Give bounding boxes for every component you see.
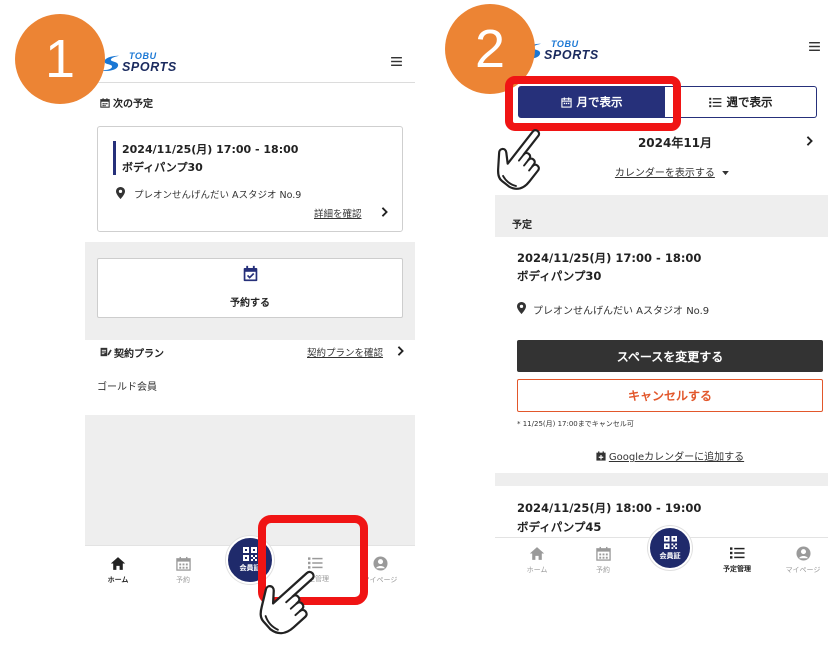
cancel-label: キャンセルする [627,389,712,403]
nav-reserve[interactable]: 予約 [578,546,628,575]
reserve-button-label: 予約する [230,298,270,309]
show-calendar-link[interactable]: カレンダーを表示する [615,168,715,179]
tab-week-view[interactable]: 週で表示 [665,86,817,118]
nav-home[interactable]: ホーム [512,546,562,575]
nav-home-label: ホーム [107,576,129,584]
logo-text: TOBU SPORTS [122,52,177,74]
chevron-right-icon[interactable] [806,136,813,146]
plan-link[interactable]: 契約プランを確認 [307,345,383,359]
schedule-program: ボディパンプ30 [122,161,203,174]
nav-reserve-label: 予約 [176,576,190,584]
plan-heading: 契約プラン [114,349,164,360]
tobu-sports-logo[interactable]: TOBU SPORTS [99,52,177,74]
calendar-icon [175,556,191,571]
chevron-right-icon[interactable] [397,346,404,356]
chevron-right-icon[interactable] [381,207,388,217]
nav-home-label: ホーム [526,566,548,574]
schedule-accent-bar [113,141,116,175]
reservation-datetime: 2024/11/25(月) 18:00 - 19:00 [517,501,702,515]
reservation-program: ボディパンプ45 [517,520,602,534]
location-pin-icon [517,302,526,314]
change-space-button[interactable]: スペースを変更する [517,340,823,372]
hamburger-menu-icon[interactable] [809,42,820,51]
screen-home: TOBU SPORTS 次の予定 2024/11/25(月) 17:00 - 1… [85,30,415,602]
list-icon [729,547,745,559]
reserve-button[interactable]: 予約する [97,258,403,318]
nav-mypage-label: マイページ [785,566,821,574]
reservation-datetime: 2024/11/25(月) 17:00 - 18:00 [517,251,702,265]
home-icon [529,547,545,560]
list-icon [708,97,721,107]
current-month: 2024年11月 [637,136,713,150]
qr-code-icon [663,536,677,549]
calendar-icon [595,546,611,561]
reservation-separator [495,473,828,486]
caret-down-icon [722,170,729,175]
qr-code-icon [243,547,257,561]
next-schedule-heading: 次の予定 [113,99,153,110]
schedule-datetime: 2024/11/25(月) 17:00 - 18:00 [122,143,299,156]
user-icon [795,546,811,561]
home-icon [110,557,126,570]
logo-line2: SPORTS [544,48,599,62]
tutorial-stage: TOBU SPORTS 次の予定 2024/11/25(月) 17:00 - 1… [0,0,828,650]
section-heading: 予定 [512,220,532,231]
nav-mypage[interactable]: マイページ [778,546,828,575]
step-badge-1: 1 [15,14,105,104]
member-card-button[interactable]: 会員証 [648,526,692,570]
cancel-note: * 11/25(月) 17:00までキャンセル可 [517,420,634,428]
change-space-label: スペースを変更する [616,349,724,364]
schedule-section-header: 予定 [495,195,828,237]
reservation-location: プレオンせんげんだい Aスタジオ No.9 [533,306,710,317]
calendar-icon [100,98,110,108]
google-calendar-link[interactable]: Googleカレンダーに追加する [609,452,744,463]
reservation-program: ボディパンプ30 [517,269,602,283]
nav-home[interactable]: ホーム [93,556,143,585]
google-calendar-add[interactable]: Googleカレンダーに追加する [585,448,755,463]
contract-plan-icon [100,347,112,357]
hamburger-menu-icon[interactable] [391,57,402,66]
cancel-button[interactable]: キャンセルする [517,379,823,412]
nav-schedule[interactable]: 予定管理 [712,546,762,574]
calendar-add-icon [596,451,606,461]
reserve-section: 予約する [85,242,415,340]
header-divider [85,82,415,83]
plan-value: ゴールド会員 [97,382,157,393]
schedule-location: プレオンせんげんだい Aスタジオ No.9 [134,190,302,201]
next-schedule-card: 2024/11/25(月) 17:00 - 18:00 ボディパンプ30 プレオ… [97,126,403,232]
show-calendar-toggle[interactable]: カレンダーを表示する [602,164,742,179]
nav-reserve-label: 予約 [596,566,610,574]
nav-reserve[interactable]: 予約 [158,556,208,585]
location-pin-icon [116,187,125,199]
tab-week-label: 週で表示 [726,95,773,109]
calendar-check-icon [243,265,258,282]
logo-text: TOBU SPORTS [544,40,599,62]
nav-schedule-label: 予定管理 [723,565,751,573]
user-icon [372,556,388,571]
details-link[interactable]: 詳細を確認 [314,206,362,220]
member-card-label: 会員証 [659,552,681,560]
logo-line2: SPORTS [122,60,177,74]
